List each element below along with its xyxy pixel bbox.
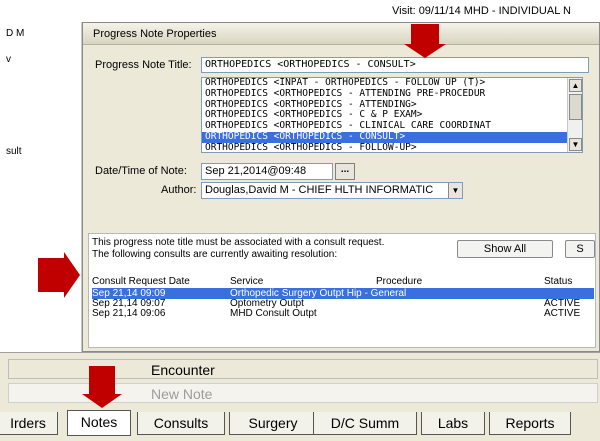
note-title-option[interactable]: ORTHOPEDICS <ORTHOPEDICS - CONSULT>	[202, 131, 568, 143]
note-title-option[interactable]: ORTHOPEDICS <ORTHOPEDICS - CLINICAL CARE…	[202, 121, 568, 132]
note-title-list[interactable]: ORTHOPEDICS <INPAT - ORTHOPEDICS - FOLLO…	[201, 77, 583, 153]
callout-marker-notes	[89, 366, 115, 394]
author-value: Douglas,David M - CHIEF HLTH INFORMATIC	[205, 184, 434, 196]
tab-labs[interactable]: Labs	[421, 412, 485, 435]
note-title-option[interactable]: ORTHOPEDICS <ORTHOPEDICS - ATTENDING>	[202, 100, 568, 111]
column-header-service[interactable]: Service	[230, 276, 263, 287]
callout-arrow-down-icon	[82, 394, 122, 408]
note-title-label: Progress Note Title:	[95, 59, 192, 71]
date-time-label: Date/Time of Note:	[95, 165, 187, 177]
chevron-down-icon[interactable]: ▼	[448, 183, 462, 198]
extra-button[interactable]: S	[565, 240, 595, 258]
consult-row[interactable]: Sep 21,14 09:06 MHD Consult Outpt ACTIVE	[92, 308, 594, 319]
consult-cell-date: Sep 21,14 09:06	[92, 308, 166, 319]
tab-consults[interactable]: Consults	[137, 412, 225, 435]
column-header-status[interactable]: Status	[544, 276, 572, 287]
consult-selection-area: This progress note title must be associa…	[88, 233, 596, 348]
consult-message-line1: This progress note title must be associa…	[92, 237, 385, 248]
consult-cell-service: MHD Consult Outpt	[230, 308, 317, 319]
tab-reports[interactable]: Reports	[489, 412, 571, 435]
date-time-input[interactable]: Sep 21,2014@09:48	[201, 163, 333, 180]
left-fragment-dm: D M	[6, 28, 25, 39]
encounter-label: Encounter	[151, 362, 215, 378]
tab-orders[interactable]: Irders	[0, 412, 58, 435]
consult-cell-status: ACTIVE	[544, 308, 581, 319]
note-title-scrollbar[interactable]: ▲ ▼	[567, 78, 582, 152]
progress-note-properties-dialog: Progress Note Properties Progress Note T…	[82, 22, 600, 352]
left-panel: D M v sult	[0, 22, 82, 352]
column-header-date[interactable]: Consult Request Date	[92, 276, 190, 287]
show-all-button[interactable]: Show All	[457, 240, 553, 258]
author-select[interactable]: Douglas,David M - CHIEF HLTH INFORMATIC …	[201, 182, 463, 199]
scroll-thumb[interactable]	[569, 94, 582, 120]
left-fragment-consult: sult	[6, 146, 22, 157]
scroll-up-icon[interactable]: ▲	[569, 79, 582, 92]
callout-marker-title	[411, 24, 439, 46]
visit-info: Visit: 09/11/14 MHD - INDIVIDUAL N	[392, 5, 571, 17]
note-title-option[interactable]: ORTHOPEDICS <INPAT - ORTHOPEDICS - FOLLO…	[202, 78, 568, 89]
app-header-bar: Visit: 09/11/14 MHD - INDIVIDUAL N	[0, 0, 600, 22]
tab-d-c-summ[interactable]: D/C Summ	[313, 412, 417, 435]
dialog-title: Progress Note Properties	[83, 23, 599, 45]
callout-arrow-down-icon	[404, 44, 446, 58]
note-title-input[interactable]: ORTHOPEDICS <ORTHOPEDICS - CONSULT>	[201, 57, 589, 73]
author-label: Author:	[161, 184, 197, 196]
tab-surgery[interactable]: Surgery	[229, 412, 317, 435]
note-title-option[interactable]: ORTHOPEDICS <ORTHOPEDICS - ATTENDING PRE…	[202, 89, 568, 100]
callout-arrow-right-icon	[64, 252, 80, 298]
tab-notes[interactable]: Notes	[67, 410, 131, 436]
left-fragment-v: v	[6, 54, 11, 65]
new-note-label: New Note	[151, 386, 213, 402]
note-title-option[interactable]: ORTHOPEDICS <ORTHOPEDICS - FOLLOW-UP>	[202, 143, 568, 152]
note-title-option[interactable]: ORTHOPEDICS <ORTHOPEDICS - C & P EXAM>	[202, 110, 568, 121]
column-header-procedure[interactable]: Procedure	[376, 276, 422, 287]
consult-message-line2: The following consults are currently awa…	[92, 249, 338, 260]
chart-tab-strip: Irders Notes Consults Surgery D/C Summ Labs Re…	[0, 408, 600, 441]
scroll-down-icon[interactable]: ▼	[569, 138, 582, 151]
date-picker-button[interactable]: ...	[335, 163, 355, 180]
callout-marker-consult	[38, 258, 64, 292]
